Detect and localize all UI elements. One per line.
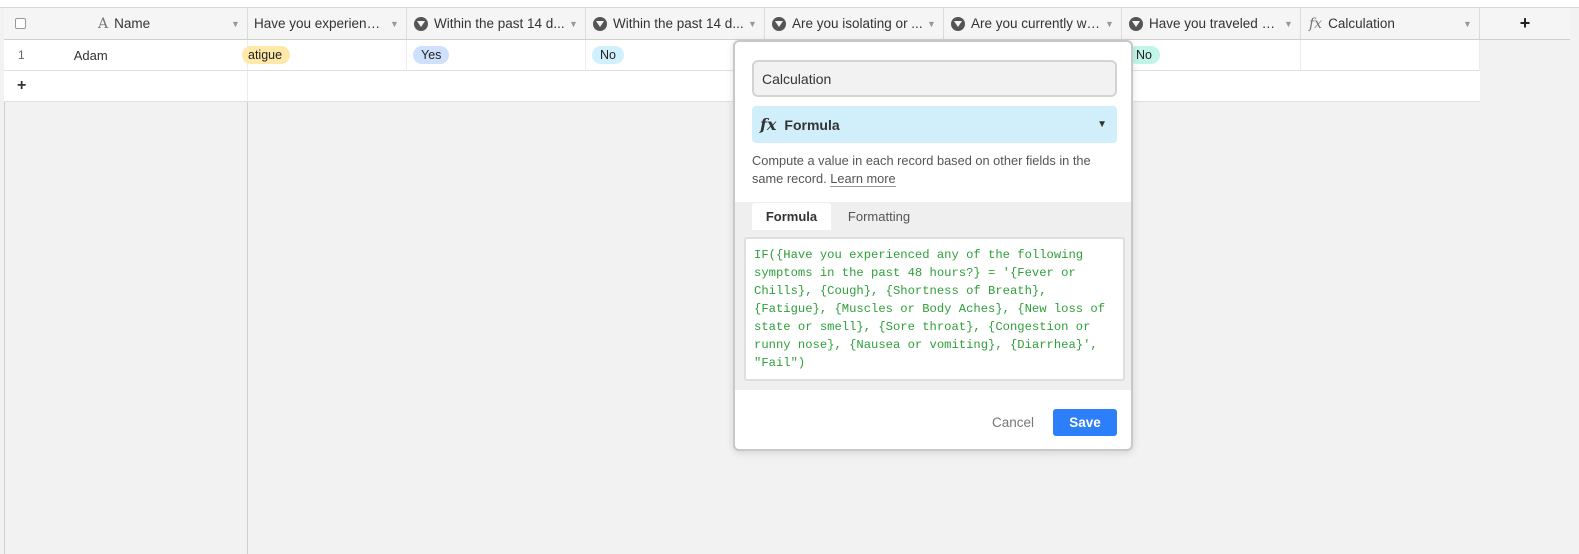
cell-symptoms[interactable]: atigue: [242, 40, 407, 71]
single-select-icon: [414, 16, 428, 31]
select-all-checkbox[interactable]: [15, 18, 26, 29]
column-header-label: Have you traveled ov...: [1149, 16, 1280, 31]
single-select-icon: [772, 16, 786, 31]
single-select-icon: [593, 16, 607, 31]
field-type-description: Compute a value in each record based on …: [752, 152, 1122, 188]
field-name-input[interactable]: [752, 60, 1117, 97]
column-header-label: Within the past 14 d...: [434, 16, 565, 31]
formula-editor[interactable]: IF({Have you experienced any of the foll…: [744, 237, 1125, 381]
formula-icon: fx: [760, 115, 777, 134]
select-pill: atigue: [242, 46, 291, 64]
column-header-name[interactable]: Name: [114, 16, 227, 31]
cell-traveled[interactable]: No: [1122, 40, 1301, 71]
chevron-down-icon[interactable]: ▼: [1105, 19, 1114, 29]
column-header-calculation[interactable]: fx Calculation ▼: [1301, 8, 1480, 40]
single-select-icon: [951, 16, 965, 31]
column-header-label: Calculation: [1328, 16, 1395, 31]
add-field-button[interactable]: +: [1480, 8, 1570, 40]
column-header-within-14-days-1[interactable]: Within the past 14 d... ▼: [407, 8, 586, 40]
cell-calculation[interactable]: [1301, 40, 1480, 71]
column-header-label: Have you experience...: [254, 16, 386, 31]
chevron-down-icon[interactable]: ▼: [390, 19, 399, 29]
field-type-label: Formula: [784, 116, 840, 133]
save-button[interactable]: Save: [1053, 409, 1117, 436]
chevron-down-icon[interactable]: ▼: [231, 19, 240, 29]
chevron-down-icon[interactable]: ▼: [927, 19, 936, 29]
table-row-primary[interactable]: 1 Adam: [4, 40, 248, 71]
field-type-select[interactable]: fx Formula ▼: [752, 106, 1117, 143]
chevron-down-icon[interactable]: ▼: [748, 19, 757, 29]
chevron-down-icon[interactable]: ▼: [1284, 19, 1293, 29]
grid-view: A Name ▼ Have you experience... ▼ Within…: [0, 0, 1579, 554]
tab-formatting[interactable]: Formatting: [839, 203, 919, 230]
select-pill: Yes: [413, 46, 450, 64]
formula-icon: fx: [1309, 15, 1323, 32]
record-name: Adam: [73, 47, 108, 63]
column-header-label: Are you isolating or ...: [792, 16, 923, 31]
plus-icon: +: [1519, 13, 1531, 33]
add-row-button[interactable]: +: [4, 71, 248, 102]
field-config-dialog: fx Formula ▼ Compute a value in each rec…: [733, 40, 1133, 451]
chevron-down-icon[interactable]: ▼: [569, 19, 578, 29]
column-header-label: Are you currently wai...: [971, 16, 1101, 31]
chevron-down-icon[interactable]: ▼: [1463, 19, 1472, 29]
plus-icon: +: [17, 77, 27, 94]
text-field-icon: A: [98, 15, 109, 32]
column-header-currently-waiting[interactable]: Are you currently wai... ▼: [944, 8, 1122, 40]
column-header-traveled[interactable]: Have you traveled ov... ▼: [1122, 8, 1301, 40]
column-header-isolating[interactable]: Are you isolating or ... ▼: [765, 8, 944, 40]
column-header-symptoms[interactable]: Have you experience... ▼: [248, 8, 407, 40]
row-number: 1: [18, 48, 25, 62]
description-text: Compute a value in each record based on …: [752, 153, 1091, 186]
chevron-down-icon: ▼: [1097, 119, 1107, 130]
single-select-icon: [1129, 16, 1143, 31]
cancel-button[interactable]: Cancel: [992, 410, 1034, 434]
learn-more-link[interactable]: Learn more: [830, 171, 896, 187]
cell-within-14-days-1[interactable]: Yes: [407, 40, 586, 71]
select-pill: No: [592, 46, 624, 64]
header-primary-cell: A Name ▼: [4, 8, 248, 40]
column-header-within-14-days-2[interactable]: Within the past 14 d... ▼: [586, 8, 765, 40]
tab-formula[interactable]: Formula: [752, 203, 831, 230]
toolbar-edge: [0, 0, 1579, 8]
column-header-label: Within the past 14 d...: [613, 16, 744, 31]
